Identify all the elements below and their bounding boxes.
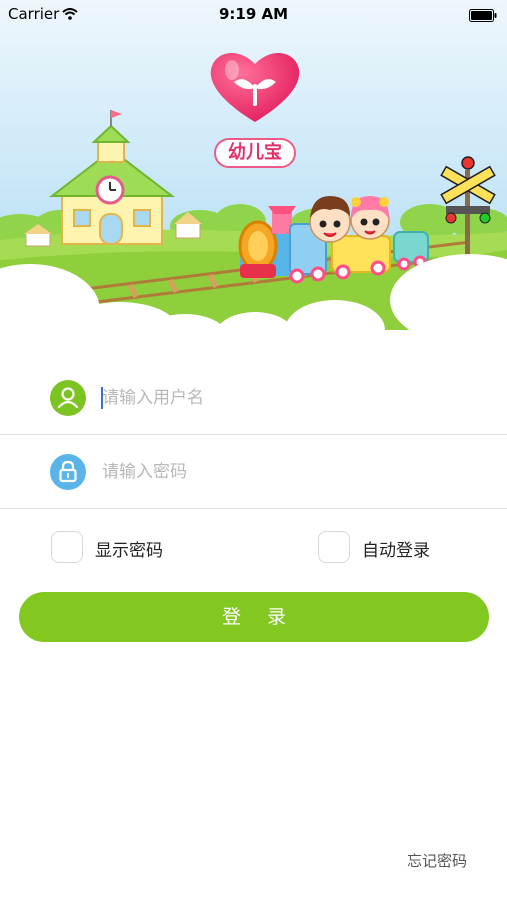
user-icon (50, 380, 86, 416)
header-illustration: 幼儿宝 (0, 0, 507, 345)
battery-icon (469, 8, 497, 26)
forgot-password-link[interactable]: 忘记密码 (407, 850, 467, 871)
password-row (0, 436, 507, 509)
login-button[interactable]: 登 录 (19, 592, 489, 642)
show-password-label: 显示密码 (95, 541, 163, 561)
username-row (0, 362, 507, 435)
show-password-checkbox[interactable] (51, 531, 83, 563)
text-cursor (101, 387, 103, 409)
password-input[interactable] (102, 454, 462, 490)
status-bar: Carrier 9:19 AM (0, 0, 507, 28)
lock-icon (50, 454, 86, 490)
app-logo-text: 幼儿宝 (214, 138, 296, 168)
username-input[interactable] (102, 380, 462, 416)
status-time: 9:19 AM (218, 5, 289, 23)
auto-login-label: 自动登录 (362, 541, 430, 561)
auto-login-checkbox[interactable] (318, 531, 350, 563)
